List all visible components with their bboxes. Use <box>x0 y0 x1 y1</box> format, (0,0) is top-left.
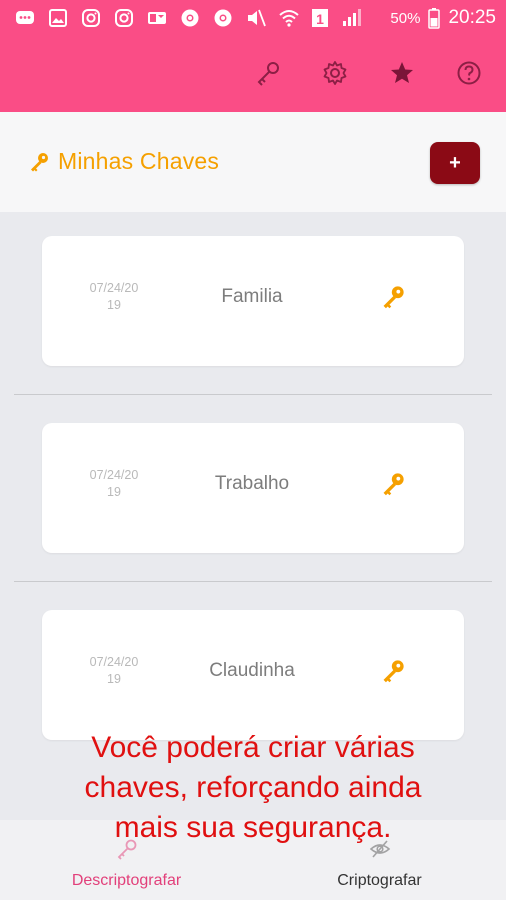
toolbar-actions <box>251 58 486 92</box>
help-icon <box>456 60 482 91</box>
promo-caption: Você poderá criar várias chaves, reforça… <box>20 728 486 848</box>
status-bar: 1 50% 20:25 <box>0 0 506 36</box>
key-card[interactable]: 07/24/20 19 Trabalho <box>42 423 464 553</box>
title-row: Minhas Chaves <box>28 148 219 175</box>
key-date-line: 07/24/20 <box>89 281 139 295</box>
favorites-button[interactable] <box>385 58 419 92</box>
divider <box>14 394 492 395</box>
chrome-icon <box>179 7 201 29</box>
promo-caption-line: mais sua segurança. <box>114 811 392 844</box>
key-date: 07/24/20 19 <box>82 654 146 688</box>
chrome-icon <box>212 7 234 29</box>
key-card[interactable]: 07/24/20 19 Familia <box>42 236 464 366</box>
plus-icon: + <box>449 152 461 174</box>
key-name: Familia <box>221 286 283 307</box>
promo-caption-line: Você poderá criar várias <box>91 731 415 764</box>
star-icon <box>389 60 415 91</box>
signal-icon <box>340 7 362 29</box>
tab-label: Criptografar <box>337 872 422 889</box>
gear-icon <box>322 60 348 91</box>
svg-text:1: 1 <box>316 11 324 27</box>
key-icon <box>255 60 281 91</box>
key-date-line: 19 <box>107 298 121 312</box>
promo-caption-line: chaves, reforçando ainda <box>84 771 422 804</box>
battery-icon <box>428 7 441 29</box>
tab-label: Descriptografar <box>71 872 182 889</box>
key-icon[interactable] <box>380 471 406 497</box>
help-button[interactable] <box>452 58 486 92</box>
instagram-icon <box>80 7 102 29</box>
wifi-icon <box>278 7 300 29</box>
key-date: 07/24/20 19 <box>82 467 146 501</box>
key-date-line: 19 <box>107 485 121 499</box>
key-date: 07/24/20 19 <box>82 280 146 314</box>
key-date-line: 07/24/20 <box>89 468 139 482</box>
add-key-button[interactable]: + <box>430 142 480 184</box>
key-icon <box>28 151 50 173</box>
page-title: Minhas Chaves <box>58 148 220 174</box>
image-icon <box>47 7 69 29</box>
notification-icons: 1 <box>0 7 362 29</box>
battery-percent: 50% <box>390 9 421 27</box>
instagram-icon <box>113 7 135 29</box>
header-panel: Minhas Chaves + <box>0 112 506 212</box>
settings-button[interactable] <box>318 58 352 92</box>
key-date-line: 19 <box>107 672 121 686</box>
key-icon[interactable] <box>380 284 406 310</box>
app-bar: 1 50% 20:25 <box>0 0 506 112</box>
divider <box>14 581 492 582</box>
outlook-icon <box>146 7 168 29</box>
key-date-line: 07/24/20 <box>89 655 139 669</box>
key-name: Claudinha <box>209 660 295 681</box>
sim-icon: 1 <box>311 7 329 29</box>
chat-icon <box>14 7 36 29</box>
key-name: Trabalho <box>214 473 290 494</box>
key-button[interactable] <box>251 58 285 92</box>
status-time: 20:25 <box>448 7 496 28</box>
key-icon[interactable] <box>380 658 406 684</box>
key-card[interactable]: 07/24/20 19 Claudinha <box>42 610 464 740</box>
mute-icon <box>245 7 267 29</box>
